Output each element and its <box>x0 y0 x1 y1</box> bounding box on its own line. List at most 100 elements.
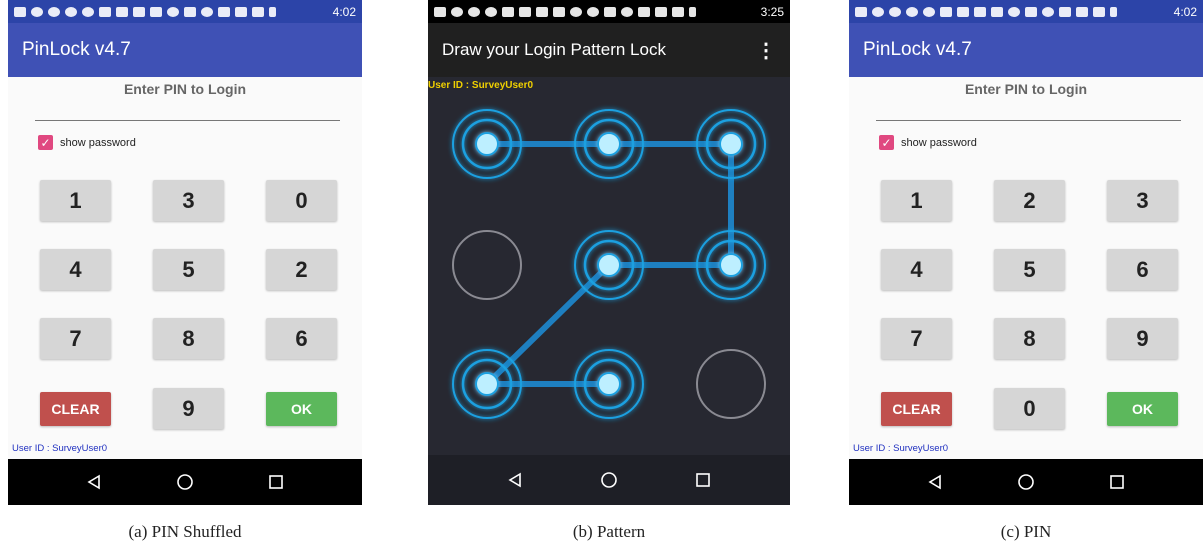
sync-icon <box>48 6 60 17</box>
overflow-menu-icon[interactable]: ⋮ <box>756 23 776 77</box>
key-button[interactable]: 1 <box>881 180 952 221</box>
recents-icon[interactable] <box>692 469 714 491</box>
navigation-bar <box>849 459 1203 505</box>
no-sim-icon <box>252 6 264 17</box>
back-icon[interactable] <box>83 471 105 493</box>
app-bar: PinLock v4.7 <box>8 23 362 77</box>
recents-icon[interactable] <box>1106 471 1128 493</box>
wifi-icon <box>31 6 43 17</box>
key-button[interactable]: 5 <box>994 249 1065 290</box>
key-button[interactable]: 3 <box>1107 180 1178 221</box>
pin-input[interactable] <box>35 120 340 121</box>
vibrate-icon <box>184 6 196 17</box>
app-bar: PinLock v4.7 <box>849 23 1203 77</box>
cnn-icon <box>553 6 565 17</box>
drop-icon <box>167 6 179 17</box>
checkbox-checked-icon[interactable]: ✓ <box>38 135 53 150</box>
key-button[interactable]: 7 <box>881 318 952 359</box>
clock: 4:02 <box>1173 4 1197 19</box>
key-button[interactable]: 9 <box>1107 318 1178 359</box>
key-button[interactable]: 1 <box>40 180 111 221</box>
pattern-node-selected[interactable] <box>574 109 644 179</box>
key-icon <box>1059 6 1071 17</box>
key-button[interactable]: 8 <box>153 318 224 359</box>
key-button[interactable]: 6 <box>266 318 337 359</box>
key-button[interactable]: 9 <box>153 388 224 429</box>
key-button[interactable]: 0 <box>994 388 1065 429</box>
ok-button[interactable]: OK <box>1107 392 1178 426</box>
show-password-label: show password <box>901 136 977 149</box>
status-bar: 3:25 <box>428 0 790 23</box>
wifi-icon <box>655 6 667 17</box>
cnn-icon <box>116 6 128 17</box>
wifi-icon <box>872 6 884 17</box>
home-icon[interactable] <box>598 469 620 491</box>
show-password-toggle[interactable]: ✓ show password <box>38 135 136 150</box>
checkbox-checked-icon[interactable]: ✓ <box>879 135 894 150</box>
message-icon <box>14 6 26 17</box>
pattern-node-selected[interactable] <box>696 109 766 179</box>
app-title: Draw your Login Pattern Lock <box>442 40 666 59</box>
alarm-icon <box>1042 6 1054 17</box>
figure-caption: (c) PIN <box>1000 522 1052 541</box>
key-button[interactable]: 7 <box>40 318 111 359</box>
home-icon[interactable] <box>174 471 196 493</box>
pattern-node-selected[interactable] <box>574 230 644 300</box>
figure-caption: (b) Pattern <box>572 522 646 541</box>
key-icon <box>638 6 650 17</box>
ok-button[interactable]: OK <box>266 392 337 426</box>
pin-prompt: Enter PIN to Login <box>964 81 1088 97</box>
home-icon[interactable] <box>1015 471 1037 493</box>
battery-icon <box>689 6 696 17</box>
cnn-icon <box>502 6 514 17</box>
sync-icon <box>889 6 901 17</box>
cnn-icon <box>150 6 162 17</box>
app-icon <box>65 6 77 17</box>
key-button[interactable]: 0 <box>266 180 337 221</box>
key-button[interactable]: 4 <box>40 249 111 290</box>
pattern-node-selected[interactable] <box>452 109 522 179</box>
key-button[interactable]: 4 <box>881 249 952 290</box>
cnn-icon <box>957 6 969 17</box>
pattern-node-unselected[interactable] <box>452 230 522 300</box>
navigation-bar <box>428 455 790 505</box>
clock: 3:25 <box>760 4 784 19</box>
pattern-node-unselected[interactable] <box>696 349 766 419</box>
pattern-grid[interactable] <box>428 77 790 455</box>
key-button[interactable]: 2 <box>994 180 1065 221</box>
no-sim-icon <box>1093 6 1105 17</box>
pin-input[interactable] <box>876 120 1181 121</box>
pattern-node-selected[interactable] <box>574 349 644 419</box>
pattern-node-selected[interactable] <box>452 349 522 419</box>
back-icon[interactable] <box>504 469 526 491</box>
message-icon <box>434 6 446 17</box>
app-bar: Draw your Login Pattern Lock ⋮ <box>428 23 790 77</box>
key-button[interactable]: 2 <box>266 249 337 290</box>
cnn-icon <box>99 6 111 17</box>
key-button[interactable]: 3 <box>153 180 224 221</box>
cnn-icon <box>991 6 1003 17</box>
vibrate-icon <box>604 6 616 17</box>
pattern-node-selected[interactable] <box>696 230 766 300</box>
battery-icon <box>1110 6 1117 17</box>
cnn-icon <box>133 6 145 17</box>
app-icon <box>906 6 918 17</box>
clear-button[interactable]: CLEAR <box>881 392 952 426</box>
vibrate-icon <box>1025 6 1037 17</box>
back-icon[interactable] <box>924 471 946 493</box>
show-password-label: show password <box>60 136 136 149</box>
clear-button[interactable]: CLEAR <box>40 392 111 426</box>
battery-icon <box>269 6 276 17</box>
user-id-label: User ID : SurveyUser0 <box>853 443 949 454</box>
navigation-bar <box>8 459 362 505</box>
key-button[interactable]: 5 <box>153 249 224 290</box>
show-password-toggle[interactable]: ✓ show password <box>879 135 977 150</box>
key-button[interactable]: 8 <box>994 318 1065 359</box>
cnn-icon <box>536 6 548 17</box>
app-icon <box>923 6 935 17</box>
cnn-icon <box>519 6 531 17</box>
recents-icon[interactable] <box>265 471 287 493</box>
app-icon <box>587 6 599 17</box>
app-icon <box>468 6 480 17</box>
key-button[interactable]: 6 <box>1107 249 1178 290</box>
